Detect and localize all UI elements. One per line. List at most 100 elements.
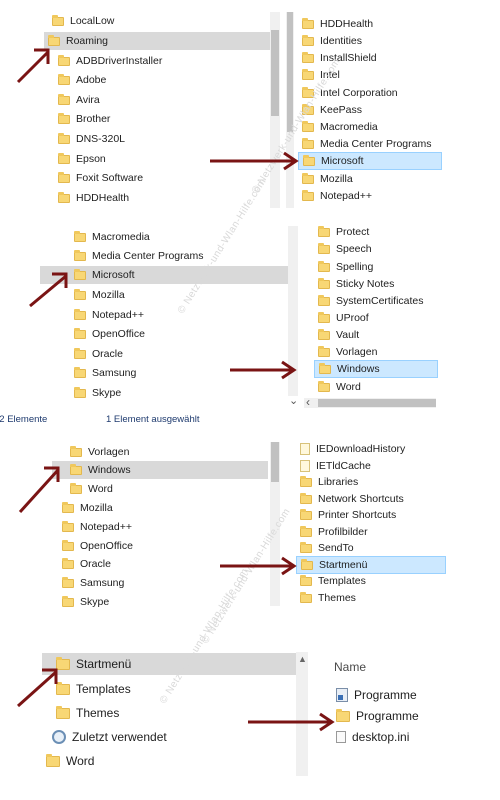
- arrow-pointer-startmenu: [220, 556, 297, 576]
- panel1-left-scrollbar[interactable]: [270, 12, 280, 208]
- folder-item[interactable]: Programme: [336, 705, 419, 727]
- folder-item[interactable]: Skype: [40, 384, 288, 402]
- folder-icon: [62, 595, 74, 607]
- folder-icon: [74, 386, 86, 398]
- folder-item[interactable]: Media Center Programs: [298, 135, 442, 153]
- folder-item[interactable]: Macromedia: [298, 118, 442, 136]
- panel3-right-pane: IEDownloadHistory IETldCache Libraries N…: [296, 440, 446, 610]
- column-header-name[interactable]: Name: [334, 660, 366, 674]
- scroll-down-button[interactable]: ⌄: [289, 394, 298, 407]
- folder-item[interactable]: InstallShield: [298, 49, 442, 67]
- folder-item[interactable]: Notepad++: [40, 306, 288, 324]
- arrow-pointer-microsoft: [210, 151, 299, 171]
- folder-icon: [74, 327, 86, 339]
- folder-item[interactable]: Notepad++: [52, 518, 268, 536]
- folder-item[interactable]: Templates: [296, 572, 446, 590]
- folder-item[interactable]: SystemCertificates: [314, 292, 438, 310]
- folder-icon: [300, 508, 312, 520]
- folder-item[interactable]: Themes: [296, 589, 446, 607]
- folder-item-selected[interactable]: Windows: [314, 360, 438, 378]
- folder-icon: [70, 445, 82, 457]
- folder-item[interactable]: Notepad++: [298, 187, 442, 205]
- panel1-right-scrollbar[interactable]: [286, 12, 294, 208]
- panel4-right-pane: Name Programme Programme desktop.ini: [324, 652, 474, 776]
- folder-item[interactable]: Adobe: [44, 71, 282, 89]
- folder-item[interactable]: Spelling: [314, 258, 438, 276]
- folder-icon: [302, 17, 314, 29]
- folder-icon: [302, 137, 314, 149]
- folder-item[interactable]: Speech: [314, 240, 438, 258]
- folder-item[interactable]: Word: [42, 750, 94, 772]
- panel1-left-pane: LocalLow Roaming ADBDriverInstaller Adob…: [44, 12, 282, 208]
- scroll-left-button[interactable]: ‹: [306, 395, 310, 409]
- folder-item[interactable]: Media Center Programs: [40, 247, 288, 265]
- folder-icon: [300, 475, 312, 487]
- folder-item[interactable]: OpenOffice: [40, 325, 288, 343]
- folder-icon: [303, 154, 315, 166]
- folder-icon: [58, 73, 70, 85]
- folder-icon: [58, 93, 70, 105]
- folder-item[interactable]: Word: [52, 480, 268, 498]
- folder-item[interactable]: Mozilla: [52, 499, 268, 517]
- folder-icon: [74, 347, 86, 359]
- folder-item[interactable]: KeePass: [298, 101, 442, 119]
- folder-item[interactable]: Mozilla: [40, 286, 288, 304]
- folder-icon: [62, 539, 74, 551]
- folder-item-selected[interactable]: Roaming: [44, 32, 270, 50]
- folder-item[interactable]: ADBDriverInstaller: [44, 52, 282, 70]
- scrollbar-thumb[interactable]: [318, 399, 436, 407]
- folder-icon: [58, 152, 70, 164]
- folder-item[interactable]: Vorlagen: [52, 443, 268, 461]
- folder-item[interactable]: Macromedia: [40, 228, 288, 246]
- folder-item[interactable]: OpenOffice: [52, 537, 268, 555]
- arrow-pointer-startmenu-left: [16, 668, 58, 708]
- folder-item[interactable]: SendTo: [296, 539, 446, 557]
- folder-item[interactable]: Printer Shortcuts: [296, 506, 446, 524]
- panel2-right-pane: Protect Speech Spelling Sticky Notes Sys…: [314, 226, 438, 396]
- folder-item-selected[interactable]: Windows: [52, 461, 268, 479]
- shortcut-item[interactable]: Programme: [336, 684, 417, 706]
- scrollbar-thumb[interactable]: [271, 30, 279, 116]
- file-item[interactable]: desktop.ini: [336, 726, 409, 748]
- folder-item-selected[interactable]: Startmenü: [42, 653, 296, 675]
- scrollbar-thumb[interactable]: [271, 442, 279, 482]
- folder-item-selected[interactable]: Microsoft: [298, 152, 442, 170]
- folder-icon: [302, 189, 314, 201]
- settings-file-icon: [336, 731, 346, 743]
- recent-item[interactable]: Zuletzt verwendet: [42, 726, 167, 748]
- folder-icon: [58, 54, 70, 66]
- folder-item[interactable]: Word: [314, 378, 438, 396]
- recent-places-icon: [52, 730, 66, 744]
- folder-item[interactable]: Avira: [44, 91, 282, 109]
- folder-icon: [318, 226, 330, 237]
- folder-item[interactable]: LocalLow: [44, 12, 282, 30]
- folder-item-selected[interactable]: Microsoft: [40, 266, 288, 284]
- folder-icon: [318, 242, 330, 254]
- scrollbar-thumb[interactable]: [287, 12, 293, 132]
- panel2-horizontal-scrollbar[interactable]: [304, 398, 436, 408]
- folder-item[interactable]: DNS-320L: [44, 130, 282, 148]
- folder-item[interactable]: UProof: [314, 309, 438, 327]
- arrow-pointer-microsoft-left: [29, 272, 68, 308]
- folder-item[interactable]: Protect: [314, 226, 438, 241]
- status-item-count: 32 Elemente: [0, 414, 48, 425]
- scroll-up-button[interactable]: ▲: [298, 654, 307, 664]
- folder-item[interactable]: Identities: [298, 32, 442, 50]
- folder-item[interactable]: Sticky Notes: [314, 275, 438, 293]
- folder-item[interactable]: Vault: [314, 326, 438, 344]
- folder-icon: [300, 574, 312, 586]
- folder-icon: [52, 14, 64, 26]
- folder-icon: [319, 362, 331, 374]
- folder-icon: [336, 708, 350, 722]
- folder-item[interactable]: Mozilla: [298, 170, 442, 188]
- arrow-pointer-programme: [248, 712, 335, 732]
- folder-icon: [74, 366, 86, 378]
- folder-item[interactable]: Brother: [44, 110, 282, 128]
- folder-item[interactable]: Vorlagen: [314, 343, 438, 361]
- folder-item[interactable]: HDDHealth: [298, 15, 442, 33]
- status-selection: 1 Element ausgewählt: [106, 414, 200, 425]
- file-item[interactable]: IEDownloadHistory: [296, 440, 446, 458]
- folder-item[interactable]: Foxit Software: [44, 169, 282, 187]
- folder-item[interactable]: Libraries: [296, 473, 446, 491]
- folder-icon: [56, 705, 70, 719]
